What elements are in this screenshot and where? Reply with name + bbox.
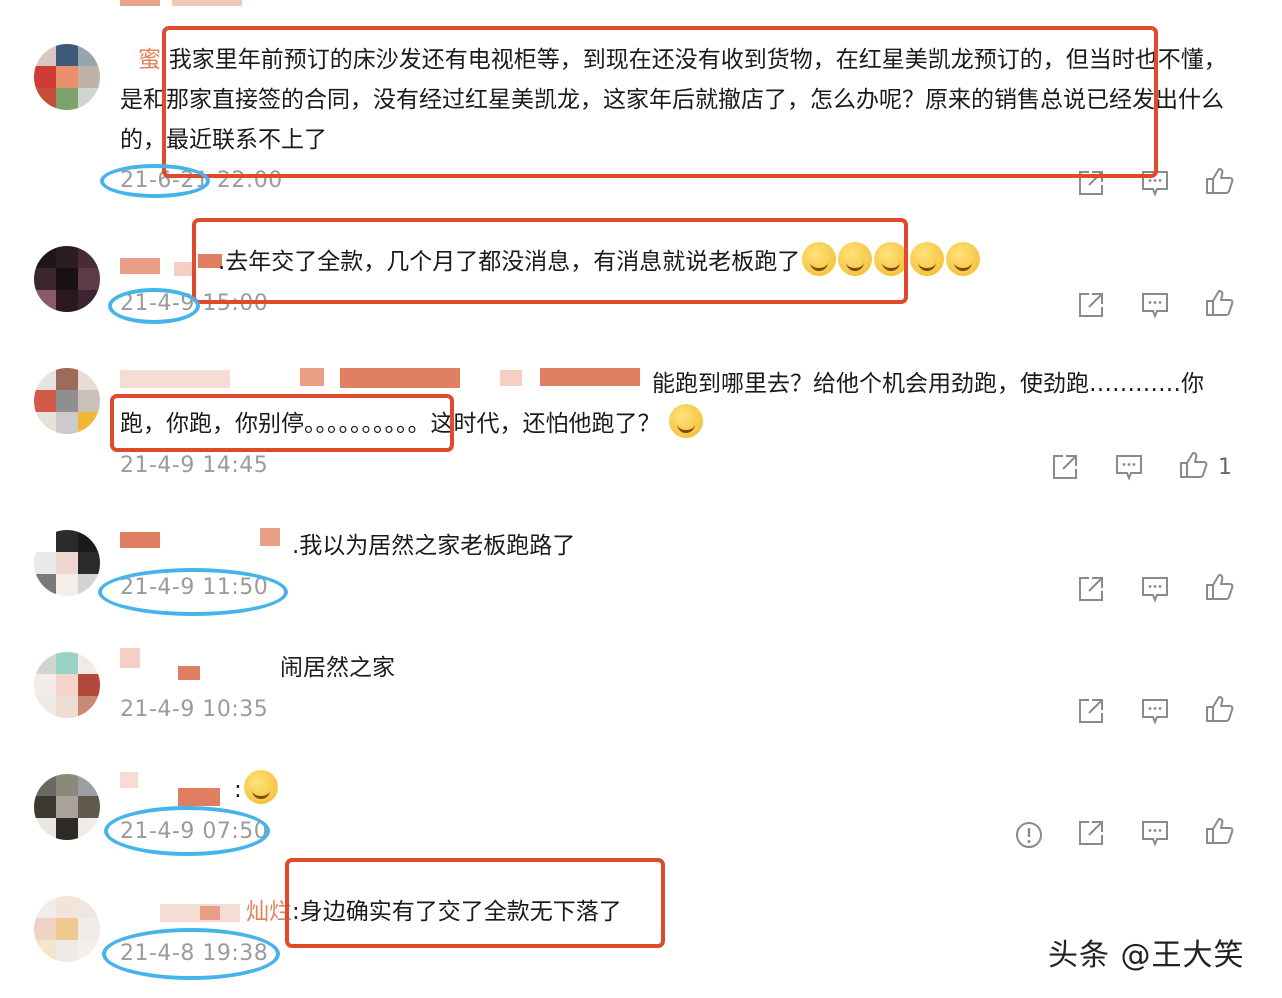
username[interactable]: 灿烂 <box>246 899 292 925</box>
avatar[interactable] <box>34 652 100 718</box>
comment-text: .我以为居然之家老板跑路了 <box>292 533 576 559</box>
comment-icon[interactable] <box>1140 574 1170 604</box>
avatar[interactable] <box>34 774 100 840</box>
report-icon[interactable] <box>1014 820 1044 850</box>
username[interactable]: 蜜 <box>120 47 161 73</box>
share-icon[interactable] <box>1076 818 1106 848</box>
timestamp: 21-4-9 10:35 <box>120 697 269 722</box>
comment-text: 闹居然之家 <box>280 655 395 681</box>
timestamp: 21-4-9 11:50 <box>120 575 269 600</box>
comment-text: 灿烂:身边确实有了交了全款无下落了 <box>246 899 622 925</box>
thumbs-up-icon[interactable] <box>1204 816 1234 846</box>
thumbs-up-icon[interactable] <box>1204 288 1234 318</box>
avatar[interactable] <box>34 530 100 596</box>
timestamp: 21-4-9 15:00 <box>120 291 269 316</box>
awkward-emoji-icon <box>243 770 278 804</box>
comment-icon[interactable] <box>1140 290 1170 320</box>
timestamp: 21-4-9 14:45 <box>120 453 269 478</box>
comment-text: 能跑到哪里去？给他个机会用劲跑，使劲跑…………你 <box>652 371 1204 397</box>
comment-icon[interactable] <box>1140 696 1170 726</box>
watermark: 头条 @王大笑 <box>1048 938 1245 973</box>
laugh-cry-emoji-icon <box>946 242 981 276</box>
thinking-emoji-icon <box>668 404 703 438</box>
comment-text: : <box>234 770 334 810</box>
comment-text: 蜜:我家里年前预订的床沙发还有电视柜等，到现在还没有收到货物，在红星美凯龙预订的… <box>120 47 1227 153</box>
laugh-cry-emoji-icon <box>874 242 909 276</box>
comment-text: 跑，你跑，你别停。。。。。。。。。。这时代，还怕他跑了？ <box>120 404 920 444</box>
timestamp: 21-4-8 19:38 <box>120 941 269 966</box>
laugh-cry-emoji-icon <box>838 242 873 276</box>
share-icon[interactable] <box>1050 452 1080 482</box>
avatar[interactable] <box>34 368 100 434</box>
thumbs-up-icon[interactable] <box>1204 694 1234 724</box>
timestamp: 21-4-9 07:50 <box>120 819 269 844</box>
comment-icon[interactable] <box>1140 818 1170 848</box>
comment-text: .去年交了全款，几个月了都没消息，有消息就说老板跑了 <box>218 242 1118 282</box>
share-icon[interactable] <box>1076 290 1106 320</box>
thumbs-up-icon[interactable] <box>1204 572 1234 602</box>
cropped-header-fragment <box>112 0 252 6</box>
avatar[interactable] <box>34 44 100 110</box>
like-count: 1 <box>1218 455 1232 480</box>
avatar[interactable] <box>34 896 100 962</box>
laugh-cry-emoji-icon <box>802 242 837 276</box>
laugh-cry-emoji-icon <box>910 242 945 276</box>
share-icon[interactable] <box>1076 696 1106 726</box>
avatar[interactable] <box>34 246 100 312</box>
thumbs-up-icon[interactable] <box>1204 166 1234 196</box>
share-icon[interactable] <box>1076 168 1106 198</box>
comment-icon[interactable] <box>1114 452 1144 482</box>
timestamp: 21-6-21 22:00 <box>120 168 283 193</box>
comment-icon[interactable] <box>1140 168 1170 198</box>
share-icon[interactable] <box>1076 574 1106 604</box>
thumbs-up-icon[interactable] <box>1178 450 1208 480</box>
